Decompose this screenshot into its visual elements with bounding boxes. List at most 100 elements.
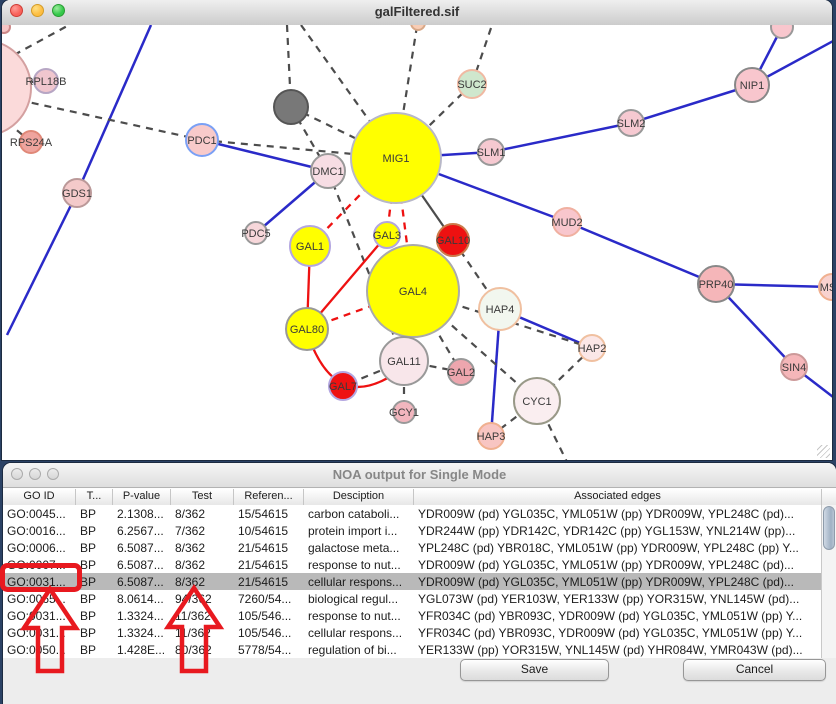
cell-r8-c1[interactable]: BP [76, 641, 113, 658]
cell-r0-c2[interactable]: 2.1308... [113, 505, 171, 522]
cell-r4-c2[interactable]: 6.5087... [113, 573, 171, 590]
cell-r8-c2[interactable]: 1.428E... [113, 641, 171, 658]
cell-r1-c2[interactable]: 6.2567... [113, 522, 171, 539]
cell-r7-c6[interactable]: YFR034C (pd) YBR093C, YDR009W (pd) YGL03… [414, 624, 822, 641]
cell-r3-c5[interactable]: response to nut... [304, 556, 414, 573]
cell-r6-c0[interactable]: GO:0031... [3, 607, 76, 624]
cell-r5-c6[interactable]: YGL073W (pd) YER103W, YER133W (pp) YOR31… [414, 590, 822, 607]
node-tiny-topleft[interactable] [2, 25, 10, 33]
cell-r3-c0[interactable]: GO:0007... [3, 556, 76, 573]
cell-r4-c4[interactable]: 21/54615 [234, 573, 304, 590]
cell-r8-c5[interactable]: regulation of bi... [304, 641, 414, 658]
cell-r1-c0[interactable]: GO:0016... [3, 522, 76, 539]
cell-r6-c1[interactable]: BP [76, 607, 113, 624]
cell-r8-c0[interactable]: GO:0050... [3, 641, 76, 658]
table-row[interactable]: GO:0045...BP2.1308...8/36215/54615carbon… [3, 505, 836, 522]
cancel-button[interactable]: Cancel [683, 659, 826, 681]
cell-r4-c6[interactable]: YDR009W (pd) YGL035C, YML051W (pp) YDR00… [414, 573, 822, 590]
column-header-go-id[interactable]: GO ID [3, 489, 76, 505]
cell-r4-c1[interactable]: BP [76, 573, 113, 590]
node-gray-node[interactable] [274, 90, 308, 124]
cell-r8-c3[interactable]: 80/362 [171, 641, 234, 658]
cell-r5-c4[interactable]: 7260/54... [234, 590, 304, 607]
node-top-right[interactable] [771, 25, 793, 38]
column-header-type[interactable]: T... [76, 489, 113, 505]
cell-r5-c0[interactable]: GO:0065... [3, 590, 76, 607]
node-label-HAP2: HAP2 [578, 343, 607, 355]
node-label-NIP1: NIP1 [740, 80, 764, 92]
cell-r2-c2[interactable]: 6.5087... [113, 539, 171, 556]
cell-r2-c0[interactable]: GO:0006... [3, 539, 76, 556]
cell-r2-c4[interactable]: 21/54615 [234, 539, 304, 556]
cell-r0-c6[interactable]: YDR009W (pd) YGL035C, YML051W (pp) YDR00… [414, 505, 822, 522]
column-header-reference[interactable]: Referen... [234, 489, 304, 505]
cell-r4-c3[interactable]: 8/362 [171, 573, 234, 590]
table-row[interactable]: GO:0031...BP1.3324...11/362105/546...cel… [3, 624, 836, 641]
cell-r0-c0[interactable]: GO:0045... [3, 505, 76, 522]
table-row[interactable]: GO:0031...BP1.3324...11/362105/546...res… [3, 607, 836, 624]
table-row[interactable]: GO:0006...BP6.5087...8/36221/54615galact… [3, 539, 836, 556]
cell-r5-c2[interactable]: 8.0614... [113, 590, 171, 607]
node-label-GAL10: GAL10 [436, 235, 470, 247]
cell-r8-c4[interactable]: 5778/54... [234, 641, 304, 658]
cell-r7-c5[interactable]: cellular respons... [304, 624, 414, 641]
cell-r4-c0[interactable]: GO:0031... [3, 573, 76, 590]
cell-r5-c1[interactable]: BP [76, 590, 113, 607]
vertical-scrollbar[interactable] [821, 505, 836, 658]
cell-r0-c5[interactable]: carbon cataboli... [304, 505, 414, 522]
noa-table-body: GO:0045...BP2.1308...8/36215/54615carbon… [3, 505, 836, 658]
cell-r0-c1[interactable]: BP [76, 505, 113, 522]
node-label-MSN: MSN [820, 282, 832, 294]
resize-grip[interactable] [817, 445, 830, 458]
cell-r7-c0[interactable]: GO:0031... [3, 624, 76, 641]
cell-r3-c3[interactable]: 8/362 [171, 556, 234, 573]
cell-r7-c1[interactable]: BP [76, 624, 113, 641]
column-header-associated-edges[interactable]: Associated edges [414, 489, 822, 505]
column-header-description[interactable]: Desciption [304, 489, 414, 505]
cell-r3-c2[interactable]: 6.5087... [113, 556, 171, 573]
column-header-test[interactable]: Test [171, 489, 234, 505]
cell-r7-c3[interactable]: 11/362 [171, 624, 234, 641]
cell-r2-c5[interactable]: galactose meta... [304, 539, 414, 556]
cell-r3-c4[interactable]: 21/54615 [234, 556, 304, 573]
node-big-left[interactable] [2, 40, 31, 136]
table-row-selected[interactable]: GO:0031...BP6.5087...8/36221/54615cellul… [3, 573, 836, 590]
cell-r1-c1[interactable]: BP [76, 522, 113, 539]
node-label-GDS1: GDS1 [62, 188, 92, 200]
cell-r6-c2[interactable]: 1.3324... [113, 607, 171, 624]
column-header-p-value[interactable]: P-value [113, 489, 171, 505]
cell-r3-c1[interactable]: BP [76, 556, 113, 573]
cell-r1-c6[interactable]: YDR244W (pp) YDR142C, YDR142C (pp) YGL15… [414, 522, 822, 539]
node-label-RPS24A: RPS24A [10, 137, 53, 149]
cell-r2-c1[interactable]: BP [76, 539, 113, 556]
node-label-SUC2: SUC2 [457, 79, 486, 91]
table-row[interactable]: GO:0065...BP8.0614...94/3627260/54...bio… [3, 590, 836, 607]
cell-r6-c6[interactable]: YFR034C (pd) YBR093C, YDR009W (pd) YGL03… [414, 607, 822, 624]
cell-r2-c3[interactable]: 8/362 [171, 539, 234, 556]
cell-r1-c4[interactable]: 10/54615 [234, 522, 304, 539]
table-row[interactable]: GO:0007...BP6.5087...8/36221/54615respon… [3, 556, 836, 573]
cell-r6-c5[interactable]: response to nut... [304, 607, 414, 624]
cell-r6-c3[interactable]: 11/362 [171, 607, 234, 624]
cell-r1-c5[interactable]: protein import i... [304, 522, 414, 539]
button-panel: Save Cancel [3, 658, 836, 704]
cell-r5-c5[interactable]: biological regul... [304, 590, 414, 607]
network-canvas[interactable]: RPL18BRPS24AGDS1PDC1MIG1SUC2SLM1DMC1PDC5… [2, 25, 832, 460]
cell-r1-c3[interactable]: 7/362 [171, 522, 234, 539]
table-row[interactable]: GO:0016...BP6.2567...7/36210/54615protei… [3, 522, 836, 539]
network-graph[interactable]: RPL18BRPS24AGDS1PDC1MIG1SUC2SLM1DMC1PDC5… [2, 25, 832, 460]
cell-r5-c3[interactable]: 94/362 [171, 590, 234, 607]
cell-r0-c4[interactable]: 15/54615 [234, 505, 304, 522]
cell-r3-c6[interactable]: YDR009W (pd) YGL035C, YML051W (pp) YDR00… [414, 556, 822, 573]
node-top-peach[interactable] [411, 25, 425, 30]
scrollbar-thumb[interactable] [823, 506, 835, 550]
table-row[interactable]: GO:0050...BP1.428E...80/3625778/54...reg… [3, 641, 836, 658]
cell-r4-c5[interactable]: cellular respons... [304, 573, 414, 590]
cell-r2-c6[interactable]: YPL248C (pd) YBR018C, YML051W (pp) YDR00… [414, 539, 822, 556]
cell-r8-c6[interactable]: YER133W (pp) YOR315W, YNL145W (pd) YHR08… [414, 641, 822, 658]
cell-r7-c4[interactable]: 105/546... [234, 624, 304, 641]
cell-r6-c4[interactable]: 105/546... [234, 607, 304, 624]
cell-r7-c2[interactable]: 1.3324... [113, 624, 171, 641]
cell-r0-c3[interactable]: 8/362 [171, 505, 234, 522]
save-button[interactable]: Save [460, 659, 609, 681]
